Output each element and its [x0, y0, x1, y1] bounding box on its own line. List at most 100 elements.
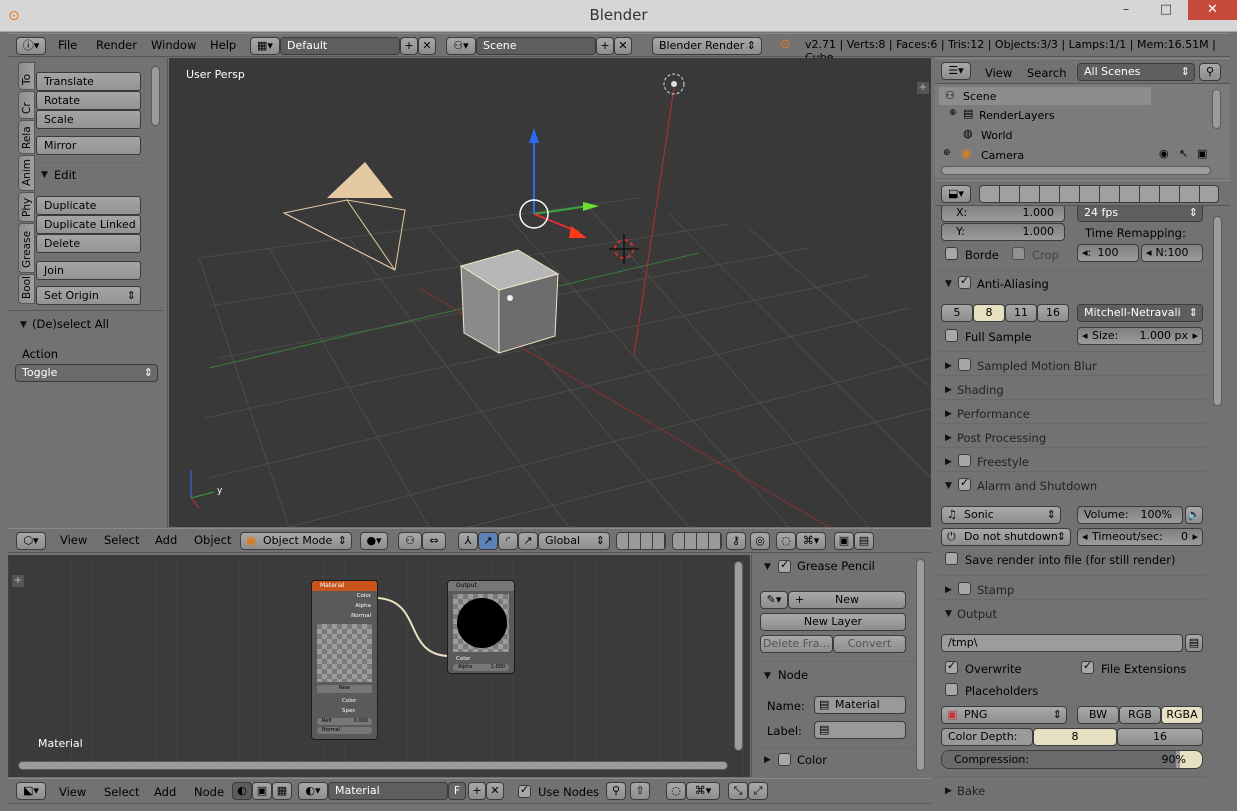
rotate-button[interactable]: Rotate — [36, 91, 141, 110]
add-scene-icon[interactable]: + — [596, 37, 614, 55]
camera[interactable] — [282, 199, 406, 271]
aa-collapse-icon[interactable]: ▼ — [945, 279, 952, 289]
node-plus-icon[interactable]: + — [12, 575, 24, 587]
material-node[interactable]: Material Color Alpha Normal New Color Sp… — [311, 580, 378, 740]
aa-sample-16[interactable]: 16 — [1037, 304, 1069, 322]
cube[interactable] — [459, 249, 560, 354]
add-layout-icon[interactable]: + — [400, 37, 418, 55]
shading-header[interactable]: Shading — [957, 383, 1004, 397]
renderable-icon[interactable]: ▣ — [1197, 147, 1207, 160]
remove-scene-icon[interactable]: ✕ — [614, 37, 632, 55]
fps-select[interactable]: 24 fps ⇕ — [1077, 206, 1203, 222]
scene-field[interactable]: Scene — [476, 37, 596, 55]
full-sample-checkbox[interactable] — [945, 329, 958, 342]
output-header[interactable]: Output — [957, 607, 997, 621]
viewport-scene[interactable] — [169, 58, 931, 527]
layout-icon[interactable]: ▦▾ — [250, 37, 280, 55]
motion-blur-header[interactable]: Sampled Motion Blur — [977, 359, 1097, 373]
file-format-select[interactable]: ▣ PNG ⇕ — [941, 706, 1067, 724]
render-engine-select[interactable]: Blender Render ⇕ — [652, 37, 762, 55]
save-render-checkbox[interactable] — [945, 552, 958, 565]
render-anim-icon[interactable]: ▤ — [854, 532, 874, 550]
menu-help[interactable]: Help — [210, 38, 236, 52]
remove-material-icon[interactable]: ✕ — [486, 782, 504, 800]
render-still-icon[interactable]: ▣ — [834, 532, 854, 550]
editor-type-3d-icon[interactable]: ⬡▾ — [16, 532, 46, 550]
grease-new-button[interactable]: + New — [788, 591, 906, 609]
node-editor[interactable]: + Material Color Alpha Normal New Color … — [8, 555, 750, 777]
close-icon[interactable]: ✕ — [1188, 0, 1237, 20]
gizmo-y[interactable] — [533, 205, 590, 215]
volume-speaker-icon[interactable]: 🔈 — [1185, 506, 1203, 524]
mirror-button[interactable]: Mirror — [36, 136, 141, 155]
shading-icon[interactable]: ●▾ — [360, 532, 388, 550]
copy-nodes-icon[interactable]: ⤡ — [728, 782, 748, 800]
freestyle-header[interactable]: Freestyle — [977, 455, 1029, 469]
scale-button[interactable]: Scale — [36, 110, 141, 129]
outliner-h-scrollbar[interactable] — [941, 166, 1211, 175]
layers-grid-a[interactable] — [616, 532, 666, 550]
visibility-eye-icon[interactable]: ◉ — [1159, 147, 1169, 160]
outliner-row-renderlayers[interactable]: ⊕ ▤ RenderLayers — [939, 106, 1151, 124]
operator-panel-header[interactable]: (De)select All — [32, 317, 109, 331]
parent-tree-icon[interactable]: ⇧ — [630, 782, 650, 800]
filter-size-field[interactable]: ◂ Size: 1.000 px ▸ — [1077, 327, 1203, 345]
color-bw-button[interactable]: BW — [1077, 706, 1119, 724]
shader-tree-icon[interactable]: ◐ — [232, 782, 252, 800]
grease-collapse-icon[interactable]: ▼ — [764, 562, 771, 572]
node-menu-add[interactable]: Add — [154, 785, 176, 799]
scale-manip-icon[interactable]: ◜ — [498, 532, 518, 550]
side-scrollbar[interactable] — [916, 559, 925, 771]
color-collapse-icon[interactable]: ▶ — [764, 755, 771, 765]
edit-panel-header[interactable]: Edit — [54, 168, 76, 182]
output-path-field[interactable]: /tmp\ — [941, 634, 1183, 652]
node-menu-node[interactable]: Node — [194, 785, 224, 799]
rotate-manip-icon[interactable]: ↗ — [478, 532, 498, 550]
stamp-checkbox[interactable] — [958, 582, 971, 595]
menu-window[interactable]: Window — [151, 38, 196, 52]
post-processing-header[interactable]: Post Processing — [957, 431, 1046, 445]
snap-icon[interactable]: ⌘▾ — [796, 532, 826, 550]
set-origin-button[interactable]: Set Origin ⇕ — [36, 286, 141, 305]
pencil-icon[interactable]: ✎▾ — [760, 591, 788, 609]
editor-type-node-icon[interactable]: ⬕▾ — [16, 782, 46, 800]
volume-field[interactable]: Volume: 100% — [1077, 506, 1183, 524]
aa-sample-8[interactable]: 8 — [973, 304, 1005, 322]
operator-collapse-icon[interactable]: ▼ — [20, 320, 27, 330]
freestyle-checkbox[interactable] — [958, 454, 971, 467]
menu-add[interactable]: Add — [155, 533, 177, 547]
tab-bool[interactable]: Bool — [18, 274, 35, 304]
outliner-row-world[interactable]: ◍ World — [939, 126, 1151, 144]
color-depth-16[interactable]: 16 — [1117, 728, 1203, 746]
outliner-row-camera[interactable]: ⊕ ▣ Camera ◉ ↖ ▣ — [939, 146, 1219, 164]
compression-slider[interactable]: Compression: 90% — [941, 750, 1203, 769]
color-depth-8[interactable]: 8 — [1033, 728, 1117, 746]
folder-icon[interactable]: ▤ — [1185, 634, 1203, 652]
editor-type-outliner-icon[interactable]: ☰▾ — [941, 62, 971, 80]
outliner-menu-view[interactable]: View — [985, 66, 1012, 80]
aa-sample-5[interactable]: 5 — [941, 304, 973, 322]
outliner-search-icon[interactable]: ⚲ — [1199, 63, 1221, 81]
manipulator-toggle-icon[interactable]: ⇔ — [422, 532, 446, 550]
node-panel-header[interactable]: Node — [778, 668, 808, 682]
shutdown-select[interactable]: ⏻ Do not shutdown ⇕ — [941, 528, 1071, 546]
compositor-tree-icon[interactable]: ▣ — [252, 782, 272, 800]
menu-render[interactable]: Render — [96, 38, 137, 52]
aa-checkbox[interactable] — [958, 274, 971, 289]
texture-tree-icon[interactable]: ▦ — [272, 782, 292, 800]
layout-field[interactable]: Default — [280, 37, 400, 55]
duplicate-linked-button[interactable]: Duplicate Linked — [36, 215, 141, 234]
selectable-arrow-icon[interactable]: ↖ — [1179, 147, 1188, 160]
editor-type-properties-icon[interactable]: ⬓▾ — [941, 185, 971, 203]
minimize-icon[interactable]: – — [1106, 0, 1146, 20]
pin-icon[interactable]: ⚲ — [606, 782, 626, 800]
action-select[interactable]: Toggle ⇕ — [15, 364, 158, 382]
crop-checkbox[interactable] — [1012, 247, 1025, 260]
fake-user-button[interactable]: F — [448, 782, 466, 800]
camera-triangle[interactable] — [327, 162, 393, 198]
color-rgb-button[interactable]: RGB — [1119, 706, 1161, 724]
alarm-checkbox[interactable] — [958, 476, 971, 491]
alarm-sound-select[interactable]: ♫ Sonic ⇕ — [941, 506, 1061, 524]
menu-file[interactable]: File — [58, 38, 77, 52]
orientation-select[interactable]: Global ⇕ — [538, 532, 610, 550]
